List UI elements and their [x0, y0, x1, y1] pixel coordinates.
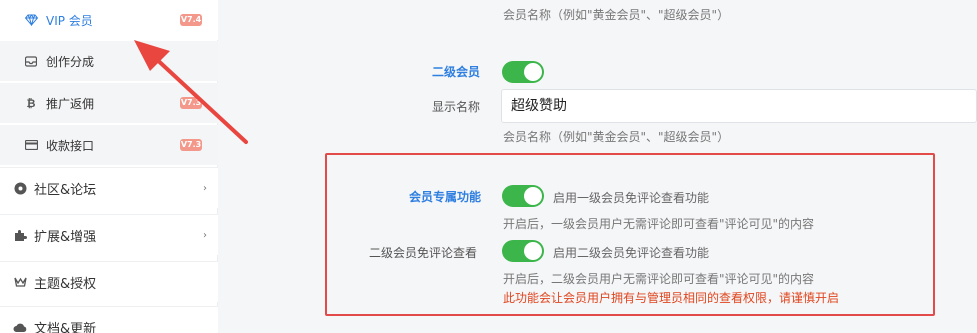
sidebar-item-referral[interactable]: ₿ 推广返佣 V7.3 [0, 83, 218, 123]
display-name-input[interactable]: 超级赞助 [501, 89, 977, 123]
sidebar-item-creator-share[interactable]: 创作分成 [0, 41, 218, 81]
chevron-right-icon: › [203, 182, 207, 194]
display-name-label: 显示名称 [432, 100, 481, 114]
credit-card-icon [24, 138, 38, 152]
sidebar-item-extensions[interactable]: 扩展&增强 › [0, 214, 218, 255]
sidebar-item-vip[interactable]: VIP 会员 V7.4 [0, 0, 218, 40]
sidebar: VIP 会员 V7.4 创作分成 ₿ 推广返佣 V7.3 收款接口 V7.3 社… [0, 0, 218, 333]
version-badge: V7.3 [180, 139, 202, 151]
highlight-box [325, 153, 935, 316]
sidebar-item-payment[interactable]: 收款接口 V7.3 [0, 125, 218, 165]
theme-icon [13, 275, 27, 289]
puzzle-icon [13, 228, 27, 242]
level2-member-label: 二级会员 [432, 65, 481, 79]
sidebar-item-label: 主题&授权 [34, 276, 97, 292]
member-name-hint: 会员名称（例如"黄金会员"、"超级会员"） [503, 130, 730, 144]
sidebar-item-label: 文档&更新 [34, 321, 97, 333]
chevron-right-icon: › [203, 229, 207, 241]
community-icon [13, 181, 27, 195]
member-name-hint: 会员名称（例如"黄金会员"、"超级会员"） [503, 8, 730, 22]
bitcoin-icon: ₿ [26, 96, 36, 110]
sidebar-item-label: VIP 会员 [46, 13, 93, 28]
sidebar-item-label: 收款接口 [46, 138, 95, 153]
sidebar-item-label: 社区&论坛 [34, 182, 97, 198]
sidebar-item-label: 创作分成 [46, 54, 95, 69]
sidebar-item-label: 推广返佣 [46, 96, 95, 111]
cloud-icon [13, 320, 27, 333]
sidebar-item-docs[interactable]: 文档&更新 [0, 306, 218, 333]
toggle-knob [524, 63, 542, 81]
level2-member-toggle[interactable] [502, 61, 544, 83]
version-badge: V7.3 [180, 97, 202, 109]
version-badge: V7.4 [180, 14, 202, 26]
diamond-icon [24, 13, 38, 27]
sidebar-item-community[interactable]: 社区&论坛 › [0, 167, 218, 208]
sidebar-item-label: 扩展&增强 [34, 229, 97, 245]
sidebar-item-theme[interactable]: 主题&授权 [0, 261, 218, 302]
inbox-icon [24, 54, 38, 68]
